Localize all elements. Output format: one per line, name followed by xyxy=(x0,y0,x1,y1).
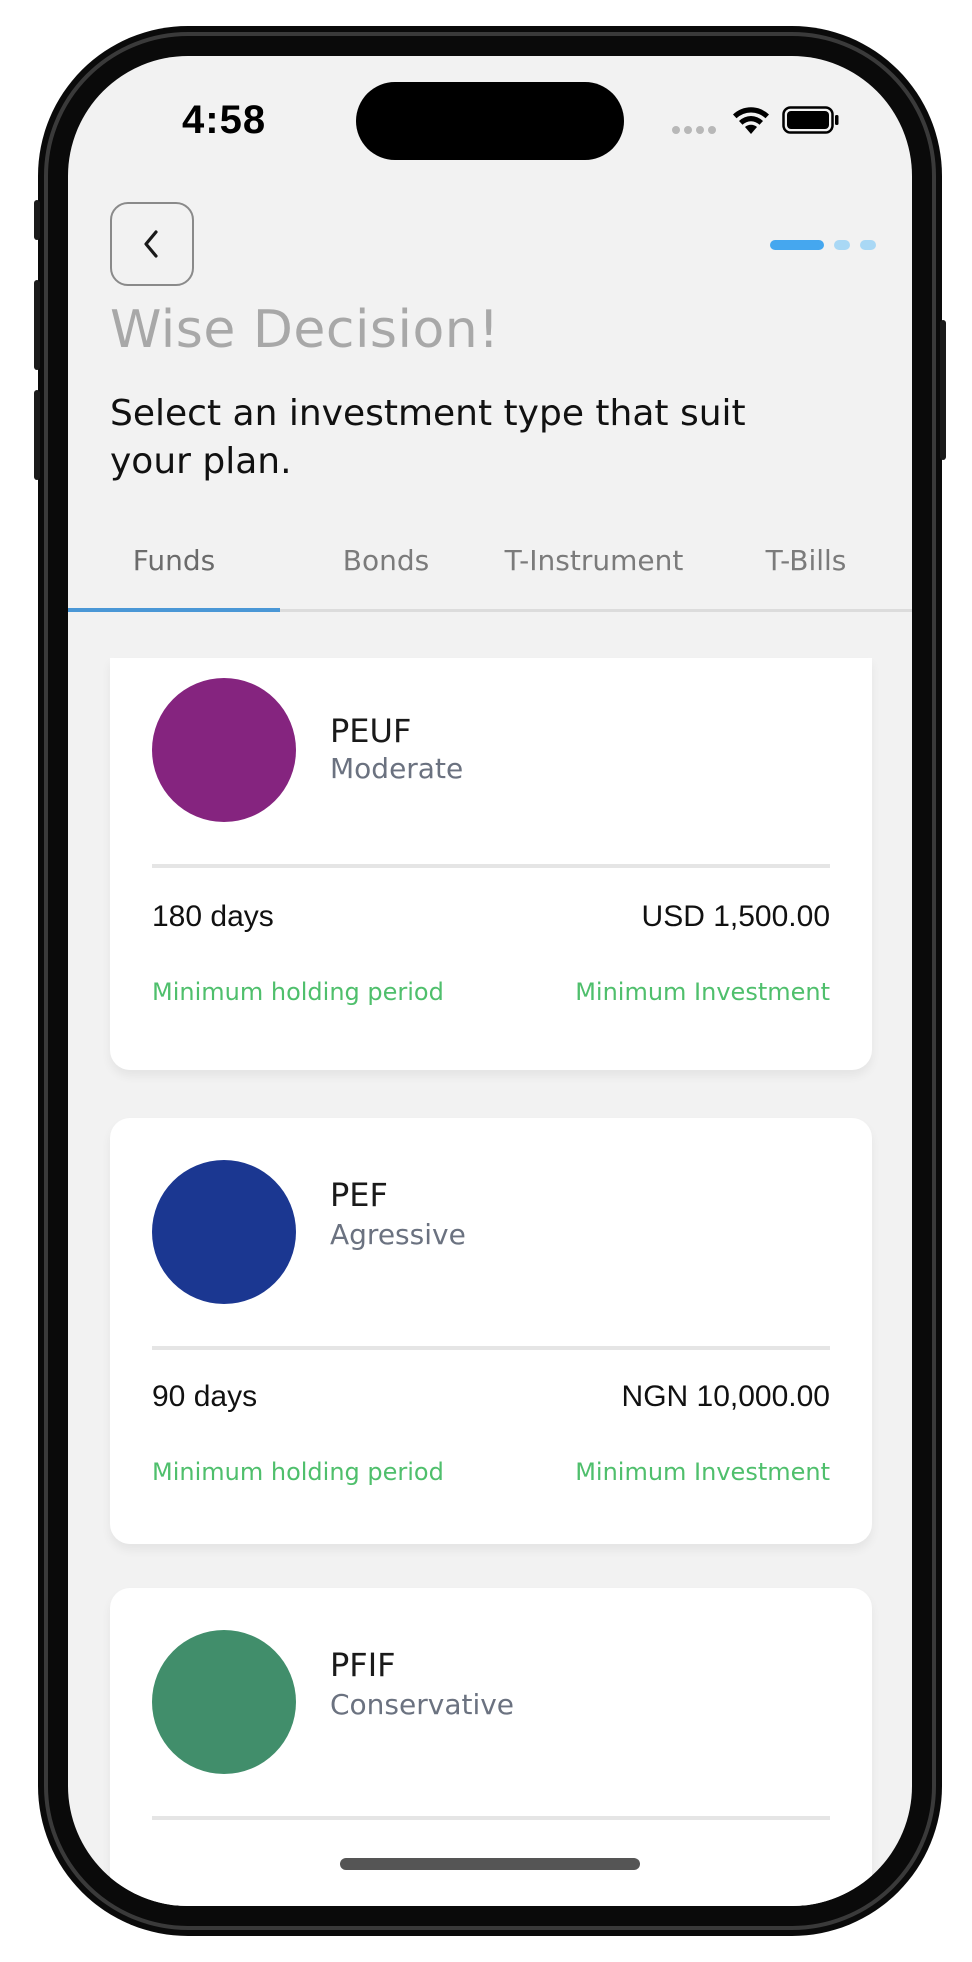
home-indicator[interactable] xyxy=(340,1858,640,1870)
min-investment-value: NGN 10,000.00 xyxy=(621,1380,830,1413)
fund-name: PEF xyxy=(330,1176,388,1214)
tab-label: Funds xyxy=(132,544,216,577)
side-button xyxy=(940,320,946,460)
signal-icon xyxy=(672,126,716,134)
fund-avatar xyxy=(152,1630,296,1774)
fund-card-pef[interactable]: PEF Agressive 90 days NGN 10,000.00 Mini… xyxy=(110,1118,872,1544)
fund-risk-level: Moderate xyxy=(330,752,464,785)
active-tab-indicator xyxy=(68,608,280,612)
tab-funds[interactable]: Funds xyxy=(68,540,280,612)
page-subtitle: Select an investment type that suit your… xyxy=(110,393,746,482)
min-investment-label: Minimum Investment xyxy=(575,978,830,1006)
fund-avatar xyxy=(152,678,296,822)
investment-type-tabs: Funds Bonds T-Instrument T-Bills xyxy=(68,540,912,612)
progress-step-active xyxy=(770,240,824,250)
min-investment-label: Minimum Investment xyxy=(575,1458,830,1486)
chevron-left-icon xyxy=(144,230,158,258)
fund-card-peuf[interactable]: PEUF Moderate 180 days USD 1,500.00 Mini… xyxy=(110,658,872,1070)
side-button xyxy=(34,390,40,480)
status-time: 4:58 xyxy=(182,98,267,142)
holding-period-value: 90 days xyxy=(152,1380,258,1413)
battery-icon xyxy=(782,106,840,138)
card-divider xyxy=(152,864,830,868)
holding-period-label: Minimum holding period xyxy=(152,1458,444,1486)
tab-t-bills[interactable]: T-Bills xyxy=(700,540,912,612)
card-divider xyxy=(152,1346,830,1350)
page-title: Wise Decision! xyxy=(110,300,500,360)
tab-t-instrument[interactable]: T-Instrument xyxy=(488,540,700,612)
fund-name: PEUF xyxy=(330,712,412,750)
side-button xyxy=(34,280,40,370)
fund-avatar xyxy=(152,1160,296,1304)
tab-label: T-Instrument xyxy=(504,544,684,577)
holding-period-label: Minimum holding period xyxy=(152,978,444,1006)
fund-name: PFIF xyxy=(330,1646,396,1684)
tab-bonds[interactable]: Bonds xyxy=(280,540,492,612)
dynamic-island xyxy=(356,82,624,160)
tab-label: Bonds xyxy=(342,544,430,577)
wifi-icon xyxy=(731,104,771,140)
holding-period-value: 180 days xyxy=(152,900,274,933)
side-button xyxy=(34,200,40,240)
progress-step xyxy=(834,240,850,250)
tab-label: T-Bills xyxy=(765,544,847,577)
fund-risk-level: Agressive xyxy=(330,1218,466,1251)
step-progress-indicator xyxy=(770,240,876,250)
min-investment-value: USD 1,500.00 xyxy=(641,900,830,933)
back-button[interactable] xyxy=(110,202,194,286)
progress-step xyxy=(860,240,876,250)
card-divider xyxy=(152,1816,830,1820)
fund-risk-level: Conservative xyxy=(330,1688,515,1721)
screen: 4:58 Wise Decision! Select an investment… xyxy=(68,56,912,1906)
